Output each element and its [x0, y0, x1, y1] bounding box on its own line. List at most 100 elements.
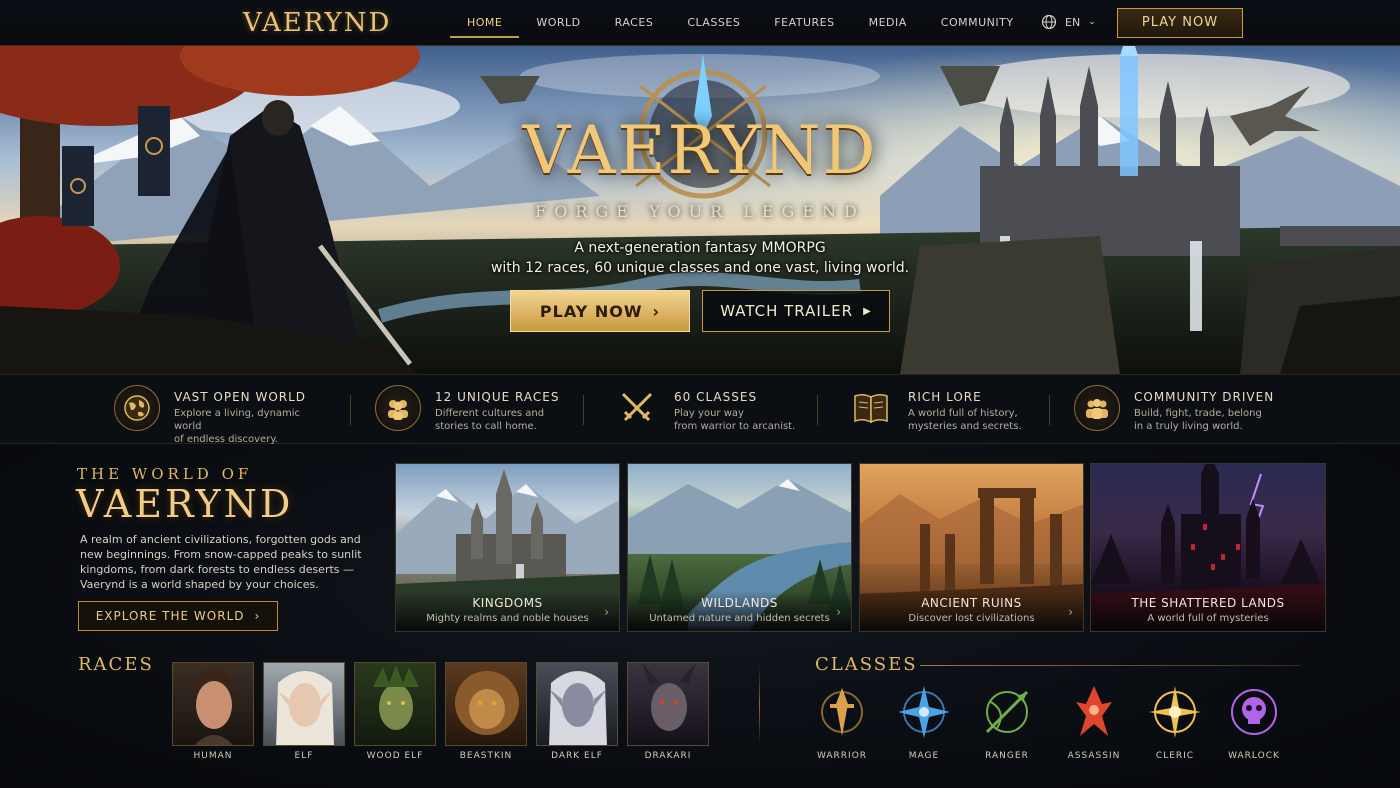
races-heading: RACES [78, 654, 154, 675]
nav-world[interactable]: WORLD [519, 0, 597, 46]
site-logo[interactable]: VAERYND [243, 8, 391, 38]
warrior-emblem-icon[interactable] [812, 682, 872, 742]
human-face-art [193, 670, 235, 745]
mage-emblem-icon[interactable] [894, 682, 954, 742]
class-label: WARLOCK [1228, 751, 1280, 761]
chevron-down-icon: ⌄ [1088, 17, 1096, 27]
region-card-kingdoms[interactable]: KINGDOMS Mighty realms and noble houses … [395, 463, 620, 632]
nav-play-button[interactable]: PLAY NOW [1117, 8, 1243, 38]
hero-banner: VAERYND FORGE YOUR LEGEND A next-generat… [0, 46, 1400, 374]
feature-desc-line-1: Play your way [674, 408, 744, 419]
cleric-emblem-icon[interactable] [1145, 682, 1205, 742]
feature-title: RICH LORE [908, 390, 982, 404]
class-label: MAGE [908, 751, 940, 761]
region-name: KINGDOMS [472, 596, 543, 610]
race-label: DRAKARI [644, 751, 692, 761]
language-selector[interactable]: EN ⌄ [1041, 14, 1096, 30]
feature-divider [350, 395, 351, 425]
hero-subtitle-line-1: A next-generation fantasy MMORPG [574, 240, 826, 256]
world-description: A realm of ancient civilizations, forgot… [80, 533, 362, 591]
race-label: ELF [294, 751, 314, 761]
feature-lore: RICH LORE A world full of history, myster… [848, 385, 1058, 435]
race-portrait-dark-elf[interactable] [536, 662, 618, 746]
chevron-right-icon: › [604, 605, 609, 619]
feature-desc-line-1: Build, fight, trade, belong [1134, 408, 1262, 419]
feature-desc: Different cultures and stories to call ho… [435, 407, 585, 433]
race-label: HUMAN [193, 751, 233, 761]
nav-media[interactable]: MEDIA [852, 0, 924, 46]
feature-title: VAST OPEN WORLD [174, 390, 307, 404]
feature-classes: 60 CLASSES Play your way from warrior to … [614, 385, 824, 435]
feature-desc-line-1: Explore a living, dynamic world [174, 408, 301, 432]
ranger-emblem-icon[interactable] [977, 682, 1037, 742]
race-label: BEASTKIN [459, 751, 513, 761]
chevron-right-icon: › [254, 609, 261, 623]
community-icon [1074, 385, 1120, 431]
hero-play-label: PLAY NOW [539, 301, 643, 321]
class-label: CLERIC [1155, 751, 1195, 761]
feature-desc: A world full of history, mysteries and se… [908, 407, 1058, 433]
race-portrait-beastkin[interactable] [445, 662, 527, 746]
chevron-right-icon: › [652, 301, 661, 321]
top-nav: VAERYND HOME WORLD RACES CLASSES FEATURE… [0, 0, 1400, 46]
feature-desc-line-2: from warrior to arcanist. [674, 421, 796, 432]
warlock-emblem-icon[interactable] [1224, 682, 1284, 742]
nav-classes[interactable]: CLASSES [670, 0, 757, 46]
race-portrait-drakari[interactable] [627, 662, 709, 746]
globe-icon [114, 385, 160, 431]
beastkin-face-art [455, 671, 519, 735]
watch-trailer-label: WATCH TRAILER [720, 302, 854, 320]
feature-divider [583, 395, 584, 425]
nav-features[interactable]: FEATURES [757, 0, 851, 46]
feature-desc-line-1: Different cultures and [435, 408, 545, 419]
classes-heading-line [920, 665, 1300, 666]
lower-section: THE WORLD OF VAERYND A realm of ancient … [0, 444, 1400, 788]
region-desc: Discover lost civilizations [908, 613, 1035, 624]
explore-world-label: EXPLORE THE WORLD [95, 609, 245, 623]
section-divider [759, 666, 760, 744]
nav-community[interactable]: COMMUNITY [924, 0, 1031, 46]
region-name: WILDLANDS [701, 596, 778, 610]
main-menu: HOME WORLD RACES CLASSES FEATURES MEDIA … [450, 0, 1031, 46]
class-label: ASSASSIN [1067, 751, 1121, 761]
dark-elf-face-art [549, 671, 607, 745]
chevron-right-icon: › [836, 605, 841, 619]
region-caption: KINGDOMS Mighty realms and noble houses [396, 591, 619, 631]
feature-title: 12 UNIQUE RACES [435, 390, 560, 404]
region-caption: ANCIENT RUINS Discover lost civilization… [860, 591, 1083, 631]
nav-home[interactable]: HOME [450, 0, 520, 38]
race-portrait-elf[interactable] [263, 662, 345, 746]
region-card-wildlands[interactable]: WILDLANDS Untamed nature and hidden secr… [627, 463, 852, 632]
feature-open-world: VAST OPEN WORLD Explore a living, dynami… [114, 385, 324, 445]
watch-trailer-button[interactable]: WATCH TRAILER ▶ [702, 290, 890, 332]
feature-desc: Build, fight, trade, belong in a truly li… [1134, 407, 1284, 433]
race-portrait-human[interactable] [172, 662, 254, 746]
drakari-face-art [642, 663, 696, 731]
class-label: WARRIOR [816, 751, 868, 761]
world-title: VAERYND [76, 482, 294, 526]
explore-world-button[interactable]: EXPLORE THE WORLD › [78, 601, 278, 631]
feature-desc: Explore a living, dynamic world of endles… [174, 407, 324, 446]
feature-desc: Play your way from warrior to arcanist. [674, 407, 824, 433]
globe-icon [1041, 14, 1057, 30]
feature-divider [817, 395, 818, 425]
region-name: ANCIENT RUINS [921, 596, 1022, 610]
race-label: WOOD ELF [366, 751, 424, 761]
hero-title: VAERYND [522, 112, 878, 189]
feature-title: COMMUNITY DRIVEN [1134, 390, 1275, 404]
wood-elf-face-art [373, 665, 419, 730]
class-label: RANGER [985, 751, 1029, 761]
language-label: EN [1065, 15, 1081, 29]
region-card-ancient-ruins[interactable]: ANCIENT RUINS Discover lost civilization… [859, 463, 1084, 632]
feature-title: 60 CLASSES [674, 390, 758, 404]
region-card-shattered-lands[interactable]: THE SHATTERED LANDS A world full of myst… [1090, 463, 1326, 632]
feature-desc-line-1: A world full of history, [908, 408, 1018, 419]
race-portrait-wood-elf[interactable] [354, 662, 436, 746]
feature-strip: VAST OPEN WORLD Explore a living, dynami… [0, 374, 1400, 445]
assassin-emblem-icon[interactable] [1064, 682, 1124, 742]
nav-races[interactable]: RACES [598, 0, 671, 46]
hero-play-button[interactable]: PLAY NOW › [510, 290, 690, 332]
region-desc: Untamed nature and hidden secrets [649, 613, 830, 624]
region-name: THE SHATTERED LANDS [1131, 596, 1285, 610]
feature-desc-line-2: stories to call home. [435, 421, 537, 432]
